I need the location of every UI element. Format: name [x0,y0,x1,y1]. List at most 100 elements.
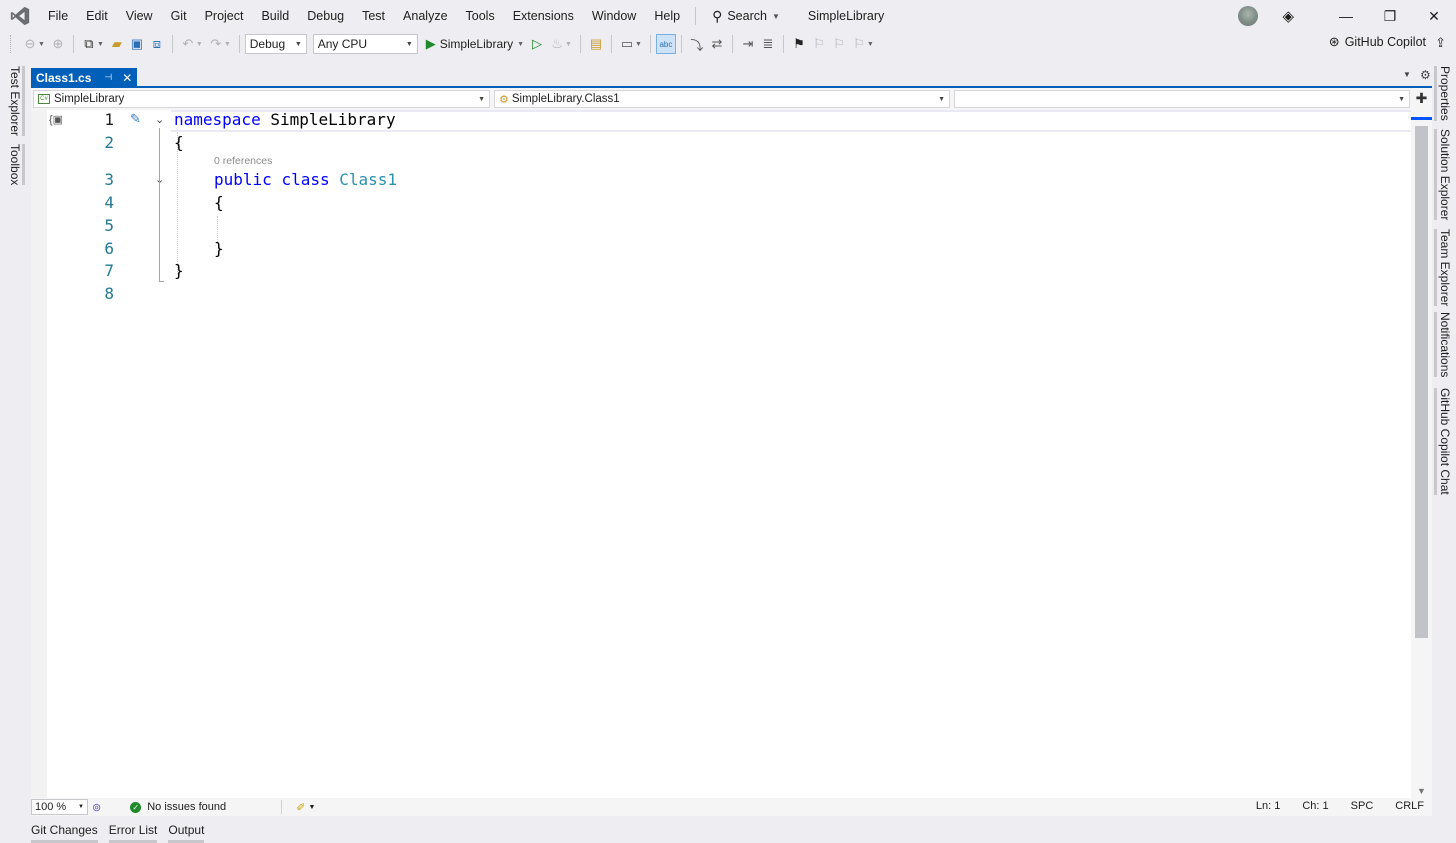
redo-icon[interactable]: ↷ [206,34,226,54]
menu-window[interactable]: Window [583,4,645,28]
navigate-forward-icon[interactable]: ⊕ [48,34,68,54]
document-tab[interactable]: Class1.cs ⊣ ✕ [31,68,138,87]
clear-bookmarks-icon[interactable]: ⚐ [849,34,869,54]
indent-icon[interactable]: ⇥ [738,34,758,54]
tab-solution-explorer[interactable]: Solution Explorer [1434,129,1452,221]
start-without-debugging-icon[interactable]: ▷ [527,34,547,54]
github-copilot-button[interactable]: ⊛ GitHub Copilot [1329,34,1426,50]
open-folder-icon[interactable]: ▰ [107,34,127,54]
code-editor[interactable]: {▣ ✎ 1 2 3 4 5 6 7 8 ⌄ ⌄ namespace Simpl… [31,110,1411,798]
menu-tools[interactable]: Tools [457,4,504,28]
scrollbar-thumb[interactable] [1415,126,1428,638]
visual-studio-logo-icon [10,6,30,26]
tab-github-copilot-chat[interactable]: GitHub Copilot Chat [1434,388,1452,495]
tab-error-list[interactable]: Error List [108,821,157,843]
project-dropdown[interactable]: C# SimpleLibrary ▼ [33,90,490,108]
code-line-3: public class Class1 [214,170,397,189]
navigate-back-icon[interactable]: ⊖ [20,34,40,54]
menu-test[interactable]: Test [353,4,394,28]
live-share-icon[interactable]: ⇪ [1435,35,1446,51]
new-project-icon[interactable]: ⧉ [79,34,99,54]
chevron-down-icon[interactable]: ▼ [196,41,203,48]
tab-git-changes[interactable]: Git Changes [31,821,98,843]
class-icon: ⚙ [499,93,509,106]
menu-help[interactable]: Help [645,4,689,28]
search-button[interactable]: ⚲ Search ▼ [706,4,786,28]
issues-indicator[interactable]: ✓ No issues found [130,800,283,814]
menu-build[interactable]: Build [252,4,298,28]
codelens-references[interactable]: 0 references [214,155,272,167]
layout-icon[interactable]: ▭ [617,34,637,54]
chevron-down-icon[interactable]: ▼ [517,41,524,48]
tab-overflow-icon[interactable]: ▼ [1403,70,1411,79]
minimize-button[interactable]: — [1324,8,1368,24]
next-bookmark-icon[interactable]: ⚐ [829,34,849,54]
whitespace-indicator[interactable]: SPC [1351,800,1374,812]
tab-toolbox[interactable]: Toolbox [8,144,25,186]
zoom-select[interactable]: 100 % ▼ [31,799,88,815]
toolbar-grip[interactable] [10,35,14,53]
gear-icon[interactable]: ⚙ [1420,68,1431,82]
intellicode-icon[interactable]: ⊚ [92,801,101,814]
csharp-project-icon: C# [38,94,50,104]
quick-actions-icon[interactable]: ✎ [130,111,141,127]
member-dropdown[interactable]: ▼ [954,90,1410,108]
tab-notifications[interactable]: Notifications [1434,312,1452,378]
chevron-down-icon[interactable]: ▼ [224,41,231,48]
scroll-down-icon[interactable]: ▼ [1417,786,1426,796]
diamond-icon[interactable]: ◈ [1282,7,1294,25]
menu-extensions[interactable]: Extensions [504,4,583,28]
split-window-icon[interactable]: ✚ [1413,90,1430,107]
menu-debug[interactable]: Debug [298,4,353,28]
tab-properties[interactable]: Properties [1434,66,1452,121]
undo-icon[interactable]: ↶ [178,34,198,54]
copilot-label: GitHub Copilot [1344,35,1426,49]
copilot-icon: ⊛ [1328,34,1340,49]
chevron-down-icon: ▼ [771,11,780,21]
toolbar-overflow-icon[interactable]: ▼ [867,41,874,48]
line-number: 4 [104,193,114,212]
comment-icon[interactable]: ≣ [758,34,778,54]
type-dropdown[interactable]: ⚙ SimpleLibrary.Class1 ▼ [494,90,950,108]
chevron-down-icon[interactable]: ▼ [38,41,45,48]
tab-output[interactable]: Output [168,821,205,843]
chevron-down-icon[interactable]: ▼ [565,41,572,48]
column-indicator[interactable]: Ch: 1 [1302,800,1328,812]
restore-button[interactable]: ❐ [1368,8,1412,25]
menu-project[interactable]: Project [196,4,253,28]
start-debugging-button[interactable]: ▶ SimpleLibrary [426,36,513,52]
chevron-down-icon[interactable]: ▼ [97,41,104,48]
menu-git[interactable]: Git [162,4,196,28]
namespace-name: SimpleLibrary [270,110,396,129]
configuration-select[interactable]: Debug ▼ [244,34,307,54]
close-icon[interactable]: ✕ [122,71,132,85]
platform-select[interactable]: Any CPU ▼ [312,34,418,54]
step-into-icon[interactable]: ⤵ [687,34,707,54]
code-cleanup-icon[interactable]: ✐ [296,801,305,814]
bookmark-icon[interactable]: ⚑ [789,34,809,54]
standard-toolbar: ⊖ ▼ ⊕ ⧉ ▼ ▰ ▣ ⧈ ↶ ▼ ↷ ▼ Debug ▼ Any CPU … [0,32,1456,56]
line-indicator[interactable]: Ln: 1 [1256,800,1280,812]
menu-analyze[interactable]: Analyze [394,4,456,28]
bottom-tool-tabs: Git Changes Error List Output [31,821,215,843]
vertical-scrollbar[interactable]: ▼ [1411,110,1432,798]
chevron-down-icon[interactable]: ▼ [308,804,315,811]
previous-bookmark-icon[interactable]: ⚐ [809,34,829,54]
chevron-down-icon[interactable]: ▼ [635,41,642,48]
line-ending-indicator[interactable]: CRLF [1395,800,1424,812]
pin-icon[interactable]: ⊣ [104,72,112,83]
solution-explorer-icon[interactable]: ▤ [586,34,606,54]
menu-file[interactable]: File [39,4,77,28]
tab-test-explorer[interactable]: Test Explorer [8,66,25,137]
save-icon[interactable]: ▣ [127,34,147,54]
menu-view[interactable]: View [117,4,162,28]
save-all-icon[interactable]: ⧈ [147,34,167,54]
avatar[interactable] [1238,6,1259,26]
tab-team-explorer[interactable]: Team Explorer [1434,229,1452,307]
spell-check-icon[interactable]: abc [655,34,676,54]
hot-reload-icon[interactable]: ♨ [547,34,567,54]
close-window-button[interactable]: ✕ [1412,8,1456,25]
menu-edit[interactable]: Edit [77,4,117,28]
compare-icon[interactable]: ⇄ [707,34,727,54]
collapse-namespace-icon[interactable]: ⌄ [155,113,164,126]
